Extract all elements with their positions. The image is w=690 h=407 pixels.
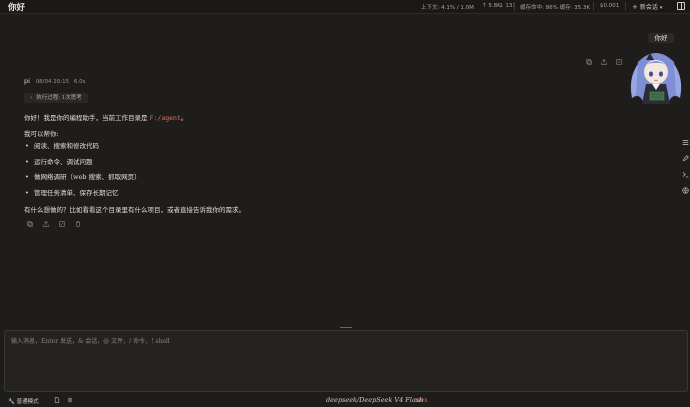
globe-icon[interactable] [682, 187, 689, 194]
list-item: 管理任务清单、保存长期记忆 [25, 189, 141, 205]
user-message-bubble: 你好 [648, 33, 674, 43]
pencil-icon[interactable] [682, 155, 689, 162]
cost: $0.001 [600, 3, 620, 9]
message-timestamp: 08/04 20:15 [35, 79, 70, 85]
wrench-icon: 🔧 [8, 399, 15, 405]
terminal-icon[interactable] [682, 171, 689, 178]
sidebar-toggle-icon[interactable] [677, 2, 685, 10]
new-session-button[interactable]: + 新会话 ▾ [632, 2, 662, 11]
share-icon[interactable] [601, 59, 607, 65]
list-item: 做网络调研（web 搜索、抓取网页） [25, 173, 141, 189]
effort-selector[interactable]: max [414, 396, 428, 404]
tokens-up: ↑ 5.8K [482, 3, 501, 9]
mode-selector[interactable]: 🔧 普通模式 [8, 397, 39, 405]
cache-stats: 缓存命中: 86% 缓存: 35.3K [520, 5, 591, 11]
attach-file-icon[interactable] [54, 397, 60, 403]
trash-icon[interactable] [75, 221, 81, 227]
assistant-closing: 有什么想做的？比如看看这个目录里有什么项目，或者直接告诉我你的需求。 [24, 206, 245, 214]
capabilities-heading: 我可以帮你: [24, 130, 59, 138]
response-duration: 6.0s [73, 79, 86, 85]
chevron-down-icon: ▾ [659, 5, 663, 11]
settings-icon[interactable] [67, 397, 73, 403]
copy-icon[interactable] [586, 59, 592, 65]
copy-icon[interactable] [27, 221, 33, 227]
edit-icon[interactable] [59, 221, 65, 227]
top-bar: 你好 上下文: 4.1% / 1.0M ↑ 5.8K ↓ 131 缓存命中: 8… [0, 0, 690, 14]
input-placeholder: 输入消息，Enter 发送，& 会话，@ 文件，/ 命令，! shell [11, 338, 170, 345]
message-input[interactable]: 输入消息，Enter 发送，& 会话，@ 文件，/ 命令，! shell [4, 330, 688, 392]
plus-icon: + [632, 3, 638, 11]
bottom-bar: 🔧 普通模式 deepseek/DeepSeek V4 Flash max [0, 394, 690, 407]
divider [625, 2, 626, 11]
greeting-text: 你好！我是你的编程助手，当前工作目录是 [24, 114, 148, 122]
user-message-actions [586, 59, 622, 65]
assistant-name: pi [24, 77, 30, 85]
menu-icon[interactable] [682, 139, 689, 146]
assistant-greeting: 你好！我是你的编程助手，当前工作目录是 F:/agent。 [24, 112, 187, 122]
greeting-suffix: 。 [180, 114, 188, 122]
assistant-meta: pi 08/04 20:15 6.0s [24, 77, 86, 85]
list-item: 运行命令、调试问题 [25, 158, 141, 174]
share-icon[interactable] [43, 221, 49, 227]
working-directory-path: F:/agent [149, 114, 181, 122]
assistant-message-actions [27, 221, 81, 227]
divider [514, 2, 515, 11]
execution-process-toggle[interactable]: › 执行过程: 1次思考 [24, 93, 88, 103]
list-item: 阅读、搜索和修改代码 [25, 142, 141, 158]
execution-process-label: 执行过程: 1次思考 [36, 95, 82, 101]
new-session-label: 新会话 [639, 4, 658, 11]
model-selector[interactable]: deepseek/DeepSeek V4 Flash [326, 396, 423, 404]
mascot-character-image [630, 53, 682, 104]
context-usage: 上下文: 4.1% / 1.0M [421, 5, 474, 11]
capabilities-list: 阅读、搜索和修改代码 运行命令、调试问题 做网络调研（web 搜索、抓取网页） … [24, 142, 141, 204]
chevron-right-icon: › [30, 95, 33, 101]
window-title: 你好 [8, 3, 26, 13]
right-tool-rail [681, 139, 690, 194]
edit-icon[interactable] [616, 59, 622, 65]
divider [593, 2, 594, 11]
mode-label: 普通模式 [16, 399, 39, 405]
